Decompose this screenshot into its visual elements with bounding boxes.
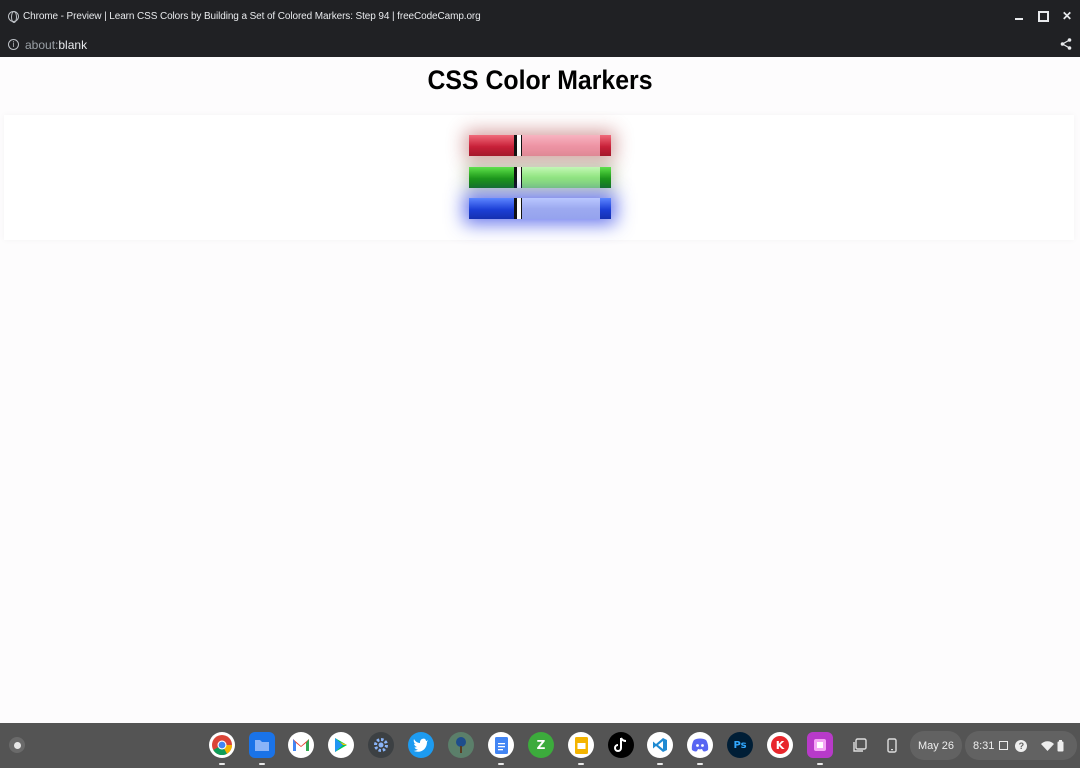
battery-icon xyxy=(1057,739,1064,751)
red-marker-sleeve xyxy=(521,135,600,156)
red-marker xyxy=(469,135,611,156)
files-icon[interactable] xyxy=(249,732,275,765)
play-store-icon[interactable] xyxy=(328,732,354,758)
status-tray[interactable]: 8:31 ? xyxy=(965,731,1077,760)
phone-hub-icon[interactable] xyxy=(884,737,900,753)
tiktok-icon[interactable] xyxy=(608,732,634,758)
globe-icon xyxy=(8,10,19,23)
blue-marker xyxy=(469,198,611,219)
window-titlebar: Chrome - Preview | Learn CSS Colors by B… xyxy=(0,0,1080,32)
green-marker-tip xyxy=(600,167,611,188)
tote-icon xyxy=(999,741,1009,750)
gmail-icon[interactable] xyxy=(288,732,314,758)
date-tray[interactable]: May 26 xyxy=(910,731,962,760)
minimize-icon[interactable] xyxy=(1008,0,1030,32)
green-marker-cap xyxy=(469,167,517,188)
share-icon[interactable] xyxy=(1060,38,1072,50)
slides-icon[interactable] xyxy=(568,732,594,765)
kinemaster-icon[interactable]: K xyxy=(767,732,793,758)
window-controls: ✕ xyxy=(1008,0,1080,32)
chrome-icon[interactable] xyxy=(209,732,235,765)
blue-marker-sleeve xyxy=(521,198,600,219)
vscode-icon[interactable] xyxy=(647,732,673,765)
holding-space-icon[interactable] xyxy=(852,737,868,753)
photoshop-icon[interactable]: Ps xyxy=(727,732,753,758)
green-marker-sleeve xyxy=(521,167,600,188)
time-label: 8:31 xyxy=(973,739,995,752)
page-title: CSS Color Markers xyxy=(427,65,653,95)
settings-icon[interactable] xyxy=(368,732,394,758)
page-content: CSS Color Markers xyxy=(0,57,1080,723)
green-marker xyxy=(469,167,611,188)
green-app-icon[interactable]: Z xyxy=(528,732,554,758)
url-text[interactable]: about:blank xyxy=(25,38,87,52)
maximize-icon[interactable] xyxy=(1032,0,1054,32)
close-icon[interactable]: ✕ xyxy=(1056,0,1078,32)
twitter-icon[interactable] xyxy=(408,732,434,758)
blue-marker-cap xyxy=(469,198,517,219)
blue-marker-tip xyxy=(600,198,611,219)
help-icon: ? xyxy=(1015,739,1028,752)
wifi-icon xyxy=(1041,740,1055,751)
docs-icon[interactable] xyxy=(488,732,514,765)
address-bar[interactable]: i about:blank xyxy=(0,32,1080,57)
red-marker-cap xyxy=(469,135,517,156)
launcher-icon[interactable] xyxy=(9,737,25,753)
pink-app-icon[interactable] xyxy=(807,732,833,765)
discord-icon[interactable] xyxy=(687,732,713,765)
tree-icon[interactable] xyxy=(448,732,474,758)
window-title: Chrome - Preview | Learn CSS Colors by B… xyxy=(23,10,481,22)
info-icon[interactable]: i xyxy=(8,39,19,50)
svg-text:K: K xyxy=(776,739,785,752)
shelf: Z Ps K May 26 8:31 ? xyxy=(0,723,1080,768)
date-label: May 26 xyxy=(917,739,955,752)
red-marker-tip xyxy=(600,135,611,156)
